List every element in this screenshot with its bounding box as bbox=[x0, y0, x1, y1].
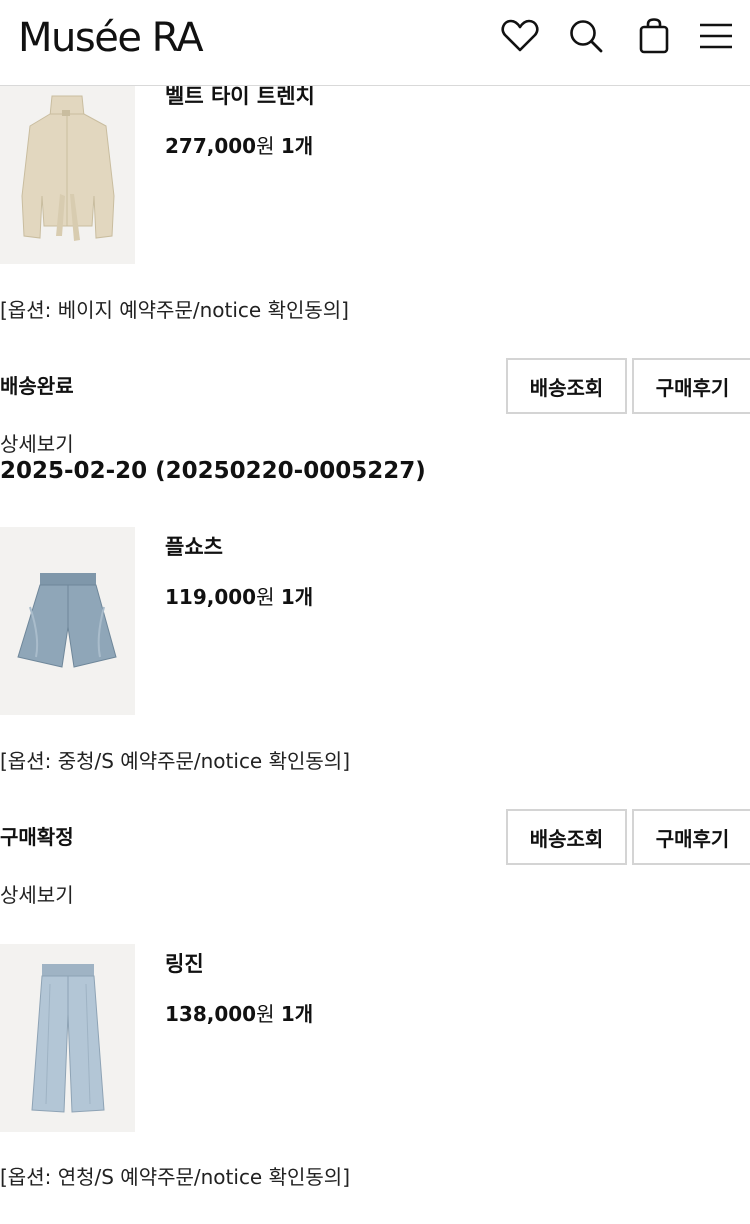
product-quantity: 1개 bbox=[280, 134, 314, 158]
price-amount: 277,000 bbox=[165, 134, 257, 158]
product-thumbnail-jeans[interactable] bbox=[0, 944, 135, 1132]
write-review-button[interactable]: 구매후기 bbox=[632, 809, 750, 865]
price-currency: 원 bbox=[256, 134, 275, 158]
product-price: 138,000원 1개 bbox=[165, 998, 313, 1027]
order-status: 배송완료 bbox=[0, 374, 74, 398]
price-currency: 원 bbox=[256, 585, 275, 609]
order-status: 구매확정 bbox=[0, 825, 74, 849]
price-amount: 119,000 bbox=[165, 585, 257, 609]
site-header: Musée RA bbox=[0, 0, 750, 86]
product-thumbnail-shorts[interactable] bbox=[0, 527, 135, 715]
product-price: 119,000원 1개 bbox=[165, 581, 313, 610]
view-detail-link[interactable]: 상세보기 bbox=[0, 428, 74, 457]
brand-logo[interactable]: Musée RA bbox=[18, 10, 204, 66]
heart-icon[interactable] bbox=[500, 16, 540, 56]
product-quantity: 1개 bbox=[280, 585, 314, 609]
track-shipment-button[interactable]: 배송조회 bbox=[506, 358, 627, 414]
product-price: 277,000원 1개 bbox=[165, 130, 313, 159]
menu-icon[interactable] bbox=[696, 16, 736, 56]
view-detail-link[interactable]: 상세보기 bbox=[0, 879, 74, 908]
order-list: 벨트 타이 트렌치 277,000원 1개 [옵션: 베이지 예약주문/noti… bbox=[0, 0, 750, 1224]
denim-jeans-image bbox=[31, 964, 105, 1113]
search-icon[interactable] bbox=[566, 16, 606, 56]
price-currency: 원 bbox=[256, 1002, 275, 1026]
product-quantity: 1개 bbox=[280, 1002, 314, 1026]
price-amount: 138,000 bbox=[165, 1002, 257, 1026]
product-thumbnail-trench[interactable] bbox=[0, 76, 135, 264]
product-name[interactable]: 링진 bbox=[165, 948, 204, 978]
product-option: [옵션: 중청/S 예약주문/notice 확인동의] bbox=[0, 749, 350, 773]
denim-shorts-image bbox=[17, 573, 117, 668]
write-review-button[interactable]: 구매후기 bbox=[632, 358, 750, 414]
product-name[interactable]: 플쇼츠 bbox=[165, 531, 223, 561]
shopping-bag-icon[interactable] bbox=[634, 16, 674, 56]
trench-jacket-image bbox=[21, 95, 115, 241]
product-option: [옵션: 베이지 예약주문/notice 확인동의] bbox=[0, 298, 349, 322]
order-date: 2025-02-20 (20250220-0005227) bbox=[0, 458, 426, 484]
product-option: [옵션: 연청/S 예약주문/notice 확인동의] bbox=[0, 1165, 350, 1189]
track-shipment-button[interactable]: 배송조회 bbox=[506, 809, 627, 865]
